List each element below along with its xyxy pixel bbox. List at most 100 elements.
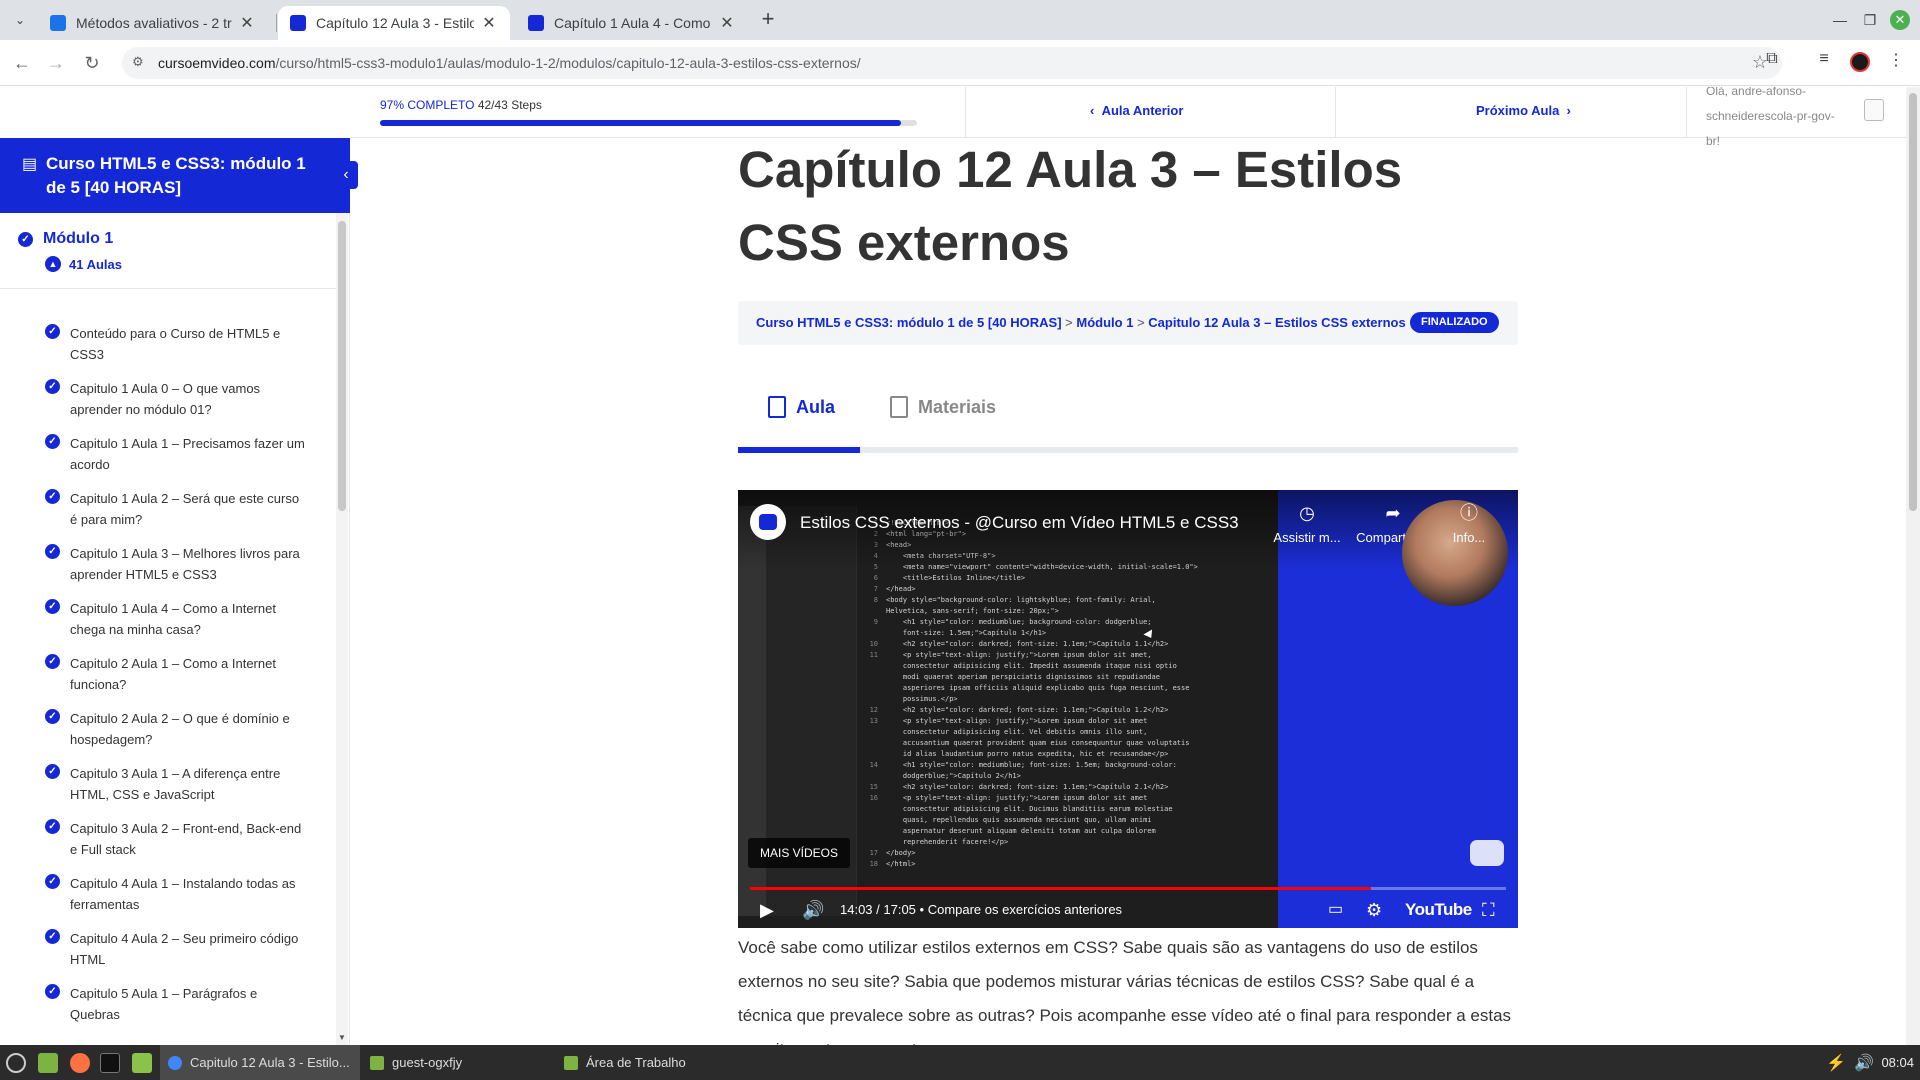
scroll-down-arrow-icon[interactable]: ▼ [336, 1033, 348, 1045]
sidebar-scrollbar[interactable]: ▼ [336, 213, 348, 1045]
minimize-window-icon[interactable]: — [1828, 8, 1852, 32]
taskbar-item-guest[interactable]: guest-ogxfjy [362, 1045, 470, 1080]
sidebar-lesson-item[interactable]: ✓ Capitulo 1 Aula 2 – Será que este curso… [45, 488, 305, 530]
sidebar-lesson-item[interactable]: ✓ Capitulo 3 Aula 1 – A diferença entre H… [45, 763, 305, 805]
editor-line-number: 16 [869, 794, 878, 802]
breadcrumb-course-link[interactable]: Curso HTML5 e CSS3: módulo 1 de 5 [40 HO… [756, 315, 1062, 330]
sidebar-lesson-item[interactable]: ✓ Capitulo 3 Aula 2 – Front-end, Back-end… [45, 818, 305, 860]
scrollbar-thumb[interactable] [338, 221, 346, 511]
profile-avatar[interactable] [1850, 52, 1870, 72]
tab-search-chevron-icon[interactable]: ⌄ [8, 8, 32, 32]
watch-later-button[interactable]: ◷ Assistir m... [1262, 502, 1352, 545]
taskbar-item-desktop[interactable]: Área de Trabalho [556, 1045, 694, 1080]
show-desktop-icon[interactable] [38, 1053, 58, 1073]
firefox-icon[interactable] [70, 1053, 90, 1073]
sidebar-lesson-label: Capitulo 2 Aula 2 – O que é domínio e ho… [70, 711, 290, 747]
video-progress-bar[interactable] [750, 887, 1506, 890]
volume-icon[interactable]: 🔊 [802, 898, 824, 922]
tune-icon[interactable]: ⚙ [132, 54, 144, 70]
sidebar-lesson-label: Capitulo 1 Aula 4 – Como a Internet cheg… [70, 601, 276, 637]
lesson-description: Você sabe como utilizar estilos externos… [738, 938, 1512, 1045]
arrow-left-icon[interactable]: ← [10, 51, 34, 75]
previous-lesson-label: Aula Anterior [1101, 103, 1184, 118]
arrow-right-icon[interactable]: → [44, 51, 68, 75]
sidebar-lesson-label: Capitulo 1 Aula 0 – O que vamos aprender… [70, 381, 261, 417]
taskbar-item-label: guest-ogxfjy [392, 1055, 463, 1070]
collapse-sidebar-chevron-icon[interactable]: ‹ [334, 161, 358, 189]
browser-tab-2-active[interactable]: Capítulo 12 Aula 3 - Estilos CSS externo… [278, 6, 510, 40]
close-window-icon[interactable]: ✕ [1890, 10, 1910, 30]
sidebar-lesson-item[interactable]: ✓ Capitulo 2 Aula 2 – O que é domínio e h… [45, 708, 305, 750]
editor-line-code: <p style="text-align: justify;">Lorem ip… [886, 794, 1148, 802]
scrollbar-thumb[interactable] [1909, 93, 1917, 511]
youtube-video-player[interactable]: 1<!DOCTYPE html>2<html lang="pt-br">3<he… [738, 490, 1518, 928]
youtube-watermark-icon[interactable] [1470, 840, 1504, 866]
editor-line-number: 10 [869, 640, 878, 648]
fullscreen-icon[interactable]: ⛶ [1482, 898, 1495, 922]
user-avatar-icon[interactable] [1864, 99, 1884, 121]
next-lesson-label: Próximo Aula [1476, 103, 1560, 118]
reload-icon[interactable]: ↻ [80, 51, 104, 75]
sidebar-lesson-label: Capitulo 2 Aula 1 – Como a Internet func… [70, 656, 276, 692]
channel-logo-icon[interactable] [750, 504, 786, 540]
sidebar-lesson-item[interactable]: ✓ Conteúdo para o Curso de HTML5 e CSS3 [45, 323, 305, 365]
editor-code-line: 16 <p style="text-align: justify;">Lorem… [858, 793, 1243, 804]
tab-materiais[interactable]: Materiais [890, 377, 996, 437]
taskbar-item-chrome[interactable]: Capitulo 12 Aula 3 - Estilo... [160, 1045, 360, 1080]
check-circle-icon: ✓ [18, 231, 33, 247]
more-videos-button[interactable]: MAIS VÍDEOS [748, 838, 851, 868]
volume-icon[interactable]: 🔊 [1854, 1053, 1874, 1073]
folder-icon [370, 1055, 384, 1070]
page-scrollbar[interactable] [1906, 87, 1920, 1045]
close-tab-icon[interactable]: ✕ [718, 13, 736, 33]
youtube-logo[interactable]: YouTube [1405, 900, 1472, 920]
sidebar-lesson-item[interactable]: ✓ Capitulo 4 Aula 2 – Seu primeiro código… [45, 928, 305, 970]
power-icon[interactable]: ⚡ [1826, 1053, 1846, 1073]
editor-code-line: consectetur adipisicing elit. Vel debiti… [858, 727, 1243, 738]
breadcrumb-lesson-link[interactable]: Capitulo 12 Aula 3 – Estilos CSS externo… [1148, 315, 1405, 330]
sidebar-lesson-item[interactable]: ✓ Capitulo 5 Aula 1 – Parágrafos e Quebra… [45, 983, 305, 1025]
lessons-count-toggle[interactable]: ▲ 41 Aulas [45, 256, 122, 272]
restore-window-icon[interactable]: ❐ [1858, 8, 1882, 32]
url-text[interactable]: cursoemvideo.com/curso/html5-css3-modulo… [158, 55, 861, 71]
sidebar-lesson-item[interactable]: ✓ Capitulo 1 Aula 4 – Como a Internet che… [45, 598, 305, 640]
breadcrumb-module-link[interactable]: Módulo 1 [1076, 315, 1133, 330]
puzzle-icon[interactable]: ⧉ [1760, 50, 1784, 68]
terminal-icon[interactable] [100, 1053, 120, 1073]
module-row[interactable]: ✓ Módulo 1 [18, 230, 113, 248]
file-manager-icon[interactable] [132, 1053, 152, 1073]
settings-gear-icon[interactable]: ⚙ [1366, 898, 1382, 922]
tab-aula[interactable]: Aula [768, 377, 835, 437]
browser-tab-3[interactable]: Capítulo 1 Aula 4 - Como a Internet cheg… [516, 6, 748, 40]
browser-tab-1[interactable]: Métodos avaliativos - 2 trimestre ✕ [38, 6, 268, 40]
sidebar-lesson-item[interactable]: ✓ Capitulo 1 Aula 0 – O que vamos aprende… [45, 378, 305, 420]
video-chapter[interactable]: • Compare os exercícios anteriores [920, 902, 1123, 917]
play-icon[interactable]: ▶ [760, 898, 774, 922]
video-title[interactable]: Estilos CSS externos - @Curso em Vídeo H… [800, 513, 1239, 533]
subtitles-icon[interactable]: ▭ [1328, 898, 1343, 922]
info-icon: ⓘ [1460, 503, 1478, 523]
editor-code-line: 8 <body style="background-color: lightsky… [858, 595, 1243, 606]
sidebar-lesson-item[interactable]: ✓ Capitulo 1 Aula 3 – Melhores livros par… [45, 543, 305, 585]
sidebar-lesson-item[interactable]: ✓ Capitulo 1 Aula 1 – Precisamos fazer um… [45, 433, 305, 475]
address-bar[interactable]: ⚙ cursoemvideo.com/curso/html5-css3-modu… [122, 47, 1782, 79]
sidebar-lesson-label: Capitulo 1 Aula 3 – Melhores livros para… [70, 546, 300, 582]
sidebar-lesson-item[interactable]: ✓ Capitulo 2 Aula 1 – Como a Internet fun… [45, 653, 305, 695]
start-menu-icon[interactable] [6, 1053, 26, 1073]
editor-line-code: consectetur adipisicing elit. Impedit as… [886, 662, 1177, 670]
info-button[interactable]: ⓘ Info... [1424, 502, 1514, 545]
close-tab-icon[interactable]: ✕ [480, 13, 498, 33]
sidebar-lesson-item[interactable]: ✓ Capitulo 4 Aula 1 – Instalando todas as… [45, 873, 305, 915]
sidebar-course-title[interactable]: Curso HTML5 e CSS3: módulo 1 de 5 [40 HO… [46, 152, 316, 200]
previous-lesson-link[interactable]: ‹ Aula Anterior [1090, 103, 1183, 118]
user-greeting[interactable]: Olá, andre-afonso-schneiderescola-pr-gov… [1706, 87, 1846, 154]
browser-tab-title: Capítulo 1 Aula 4 - Como a Internet cheg… [554, 15, 712, 31]
kebab-menu-icon[interactable]: ⋮ [1884, 50, 1908, 70]
media-queue-icon[interactable]: ≡ [1812, 50, 1836, 68]
sidebar-lesson-list: ✓ Módulo 1 ▲ 41 Aulas ✓ Conteúdo para o C… [0, 213, 336, 1045]
clock[interactable]: 08:04 [1881, 1055, 1914, 1070]
new-tab-plus-icon[interactable]: + [756, 8, 780, 32]
next-lesson-link[interactable]: Próximo Aula › [1476, 103, 1571, 118]
close-tab-icon[interactable]: ✕ [238, 13, 256, 33]
editor-line-code: <p style="text-align: justify;">Lorem ip… [886, 717, 1148, 725]
